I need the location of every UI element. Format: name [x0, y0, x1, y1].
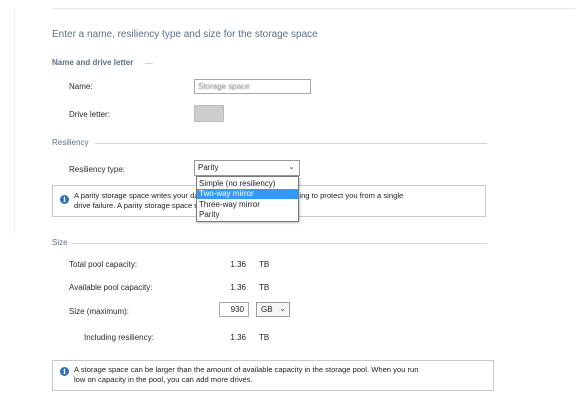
total-capacity-unit: TB — [259, 260, 270, 269]
name-section-line — [145, 63, 153, 64]
resiliency-type-dropdown[interactable]: Simple (no resiliency) Two-way mirror Th… — [196, 176, 299, 222]
size-info-line1: A storage space can be larger than the a… — [74, 365, 419, 374]
size-info-box: i A storage space can be larger than the… — [52, 360, 494, 391]
name-input[interactable]: Storage space — [194, 79, 311, 94]
size-max-label: Size (maximum): — [69, 307, 130, 316]
resiliency-section-title: Resiliency — [52, 138, 89, 147]
resiliency-section-line — [95, 143, 487, 144]
drive-letter-label: Drive letter: — [69, 110, 110, 119]
size-input-value: 930 — [230, 305, 244, 314]
available-capacity-label: Available pool capacity: — [69, 283, 153, 292]
resiliency-option-three-way-mirror[interactable]: Three-way mirror — [197, 200, 298, 210]
total-capacity-label: Total pool capacity: — [69, 260, 138, 269]
chevron-down-icon: ⌄ — [288, 162, 295, 171]
page-heading: Enter a name, resiliency type and size f… — [52, 29, 318, 40]
size-section-title: Size — [52, 238, 68, 247]
resiliency-option-parity[interactable]: Parity — [197, 210, 298, 220]
available-capacity-unit: TB — [259, 283, 270, 292]
info-icon: i — [60, 367, 69, 376]
name-input-value: Storage space — [198, 82, 250, 91]
resiliency-type-label: Resiliency type: — [69, 165, 126, 174]
available-capacity-value: 1.36 — [230, 283, 246, 292]
name-section-title: Name and drive letter — [52, 58, 134, 67]
including-resiliency-value: 1.36 — [230, 333, 246, 342]
size-unit-select[interactable]: GB ⌄ — [256, 302, 290, 317]
resiliency-type-value: Parity — [198, 163, 219, 172]
resiliency-option-simple[interactable]: Simple (no resiliency) — [197, 179, 298, 189]
including-resiliency-label: Including resiliency: — [84, 333, 154, 342]
total-capacity-value: 1.36 — [230, 260, 246, 269]
including-resiliency-unit: TB — [259, 333, 270, 342]
info-icon: i — [60, 195, 69, 204]
size-info-line2: low on capacity in the pool, you can add… — [74, 375, 253, 384]
name-label: Name: — [69, 82, 93, 91]
resiliency-option-two-way-mirror[interactable]: Two-way mirror — [197, 189, 298, 199]
size-unit-value: GB — [261, 305, 273, 314]
left-divider — [14, 8, 15, 234]
size-input[interactable]: 930 — [219, 302, 249, 317]
size-section-line — [72, 243, 487, 244]
resiliency-type-select[interactable]: Parity ⌄ — [194, 160, 300, 176]
chevron-down-icon: ⌄ — [279, 304, 286, 313]
drive-letter-select[interactable] — [194, 105, 224, 122]
top-divider — [52, 8, 575, 9]
